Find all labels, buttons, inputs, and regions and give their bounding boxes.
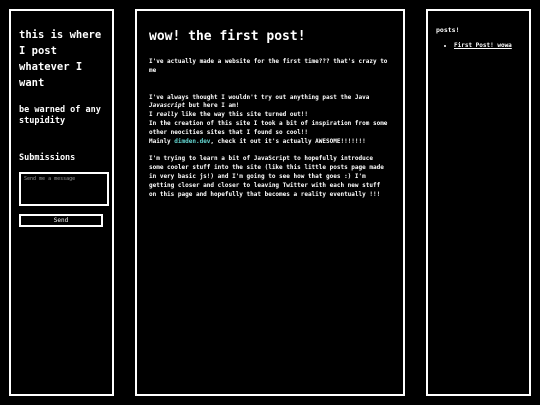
post-line: In the creation of this site I took a bi… [149, 119, 388, 136]
right-sidebar: posts! First Post! wowa [426, 9, 531, 396]
submissions-heading: Submissions [19, 153, 76, 163]
post-line: I've always thought I wouldn't try out a… [149, 93, 370, 110]
message-input[interactable] [19, 172, 109, 206]
post-line: Mainly dimden.dev, check it out it's act… [149, 137, 366, 145]
posts-list: First Post! wowa [436, 42, 521, 49]
post-panel: wow! the first post! I've actually made … [135, 9, 405, 396]
post-paragraph-3: I'm trying to learn a bit of JavaScript … [149, 155, 384, 198]
site-title: this is where I post whatever I want [19, 29, 102, 89]
send-button[interactable]: Send [19, 214, 103, 227]
post-line: I really like the way this site turned o… [149, 111, 308, 119]
post-paragraph-2: I've always thought I wouldn't try out a… [149, 94, 391, 147]
warning-text: be warned of any stupidity [19, 105, 101, 126]
post-body: I've actually made a website for the fir… [149, 58, 391, 199]
left-sidebar: this is where I post whatever I want be … [9, 9, 114, 396]
post-link-first[interactable]: First Post! wowa [454, 42, 521, 49]
post-intro: I've actually made a website for the fir… [149, 58, 388, 74]
dimden-link[interactable]: dimden.dev [174, 138, 210, 145]
post-title: wow! the first post! [149, 29, 306, 44]
posts-heading: posts! [436, 26, 460, 34]
